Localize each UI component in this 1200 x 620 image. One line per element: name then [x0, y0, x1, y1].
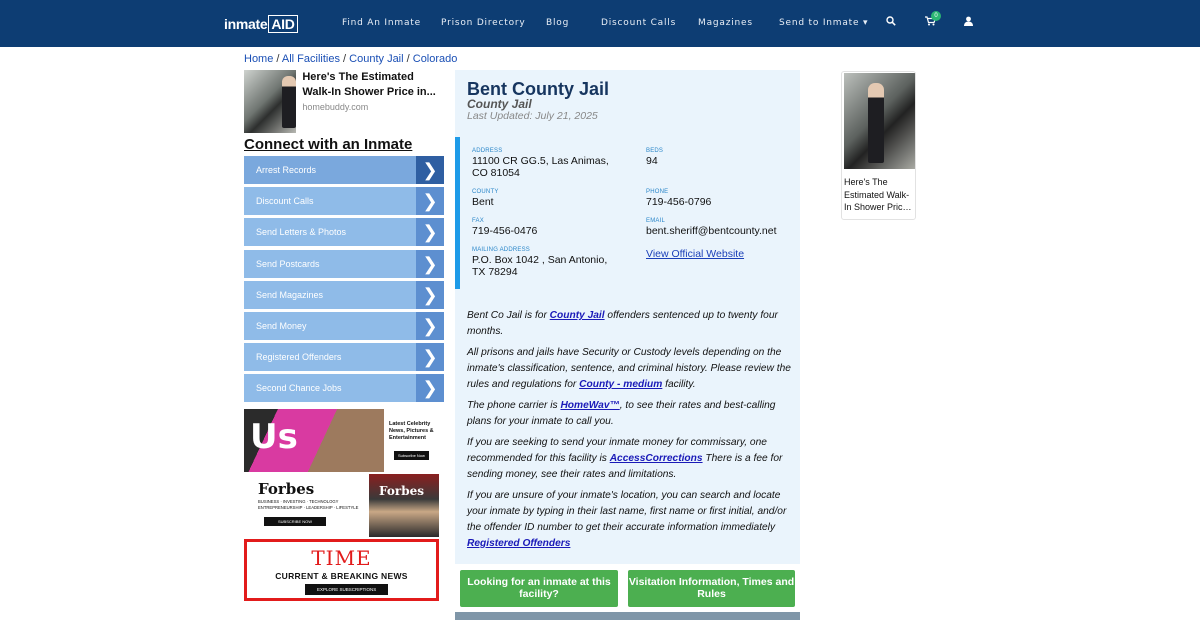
- chevron-right-icon: ❯: [416, 249, 444, 278]
- menu-send-postcards[interactable]: Send Postcards ❯: [244, 249, 444, 278]
- search-icon[interactable]: [886, 16, 896, 29]
- connect-title: Connect with an Inmate: [244, 136, 413, 153]
- menu-arrest-records[interactable]: Arrest Records ❯: [244, 156, 444, 184]
- breadcrumb-colorado[interactable]: Colorado: [413, 53, 458, 65]
- us-logo: Us: [250, 417, 298, 457]
- sponsored-ad-right[interactable]: Here's The Estimated Walk-In Shower Pric…: [841, 71, 916, 220]
- link-county-medium[interactable]: County - medium: [579, 379, 662, 390]
- time-banner[interactable]: TIME CURRENT & BREAKING NEWS EXPLORE SUB…: [244, 539, 439, 601]
- nav-prison-directory[interactable]: Prison Directory: [441, 18, 526, 28]
- nav-magazines[interactable]: Magazines: [698, 18, 753, 28]
- time-logo: TIME: [311, 546, 372, 570]
- breadcrumb-county-jail[interactable]: County Jail: [349, 53, 403, 65]
- fax-field: FAX 719-456-0476: [472, 218, 538, 237]
- menu-registered-offenders[interactable]: Registered Offenders ❯: [244, 343, 444, 372]
- cart-icon[interactable]: 0: [925, 11, 941, 29]
- us-subscribe-button[interactable]: Subscribe Now: [394, 451, 429, 460]
- us-tagline: Latest Celebrity News, Pictures & Entert…: [389, 421, 434, 441]
- facility-card: Bent County Jail County Jail Last Update…: [455, 70, 800, 607]
- last-updated: Last Updated: July 21, 2025: [467, 110, 598, 122]
- link-county-jail[interactable]: County Jail: [550, 310, 605, 321]
- nav-discount-calls[interactable]: Discount Calls: [601, 18, 676, 28]
- forbes-logo: Forbes: [258, 480, 315, 498]
- looking-for-inmate-button[interactable]: Looking for an inmate at this facility?: [460, 570, 618, 607]
- county-field: COUNTY Bent: [472, 189, 499, 208]
- forbes-banner[interactable]: Forbes BUSINESS · INVESTING · TECHNOLOGY…: [244, 474, 439, 537]
- facility-type: County Jail: [467, 97, 532, 111]
- link-registered-offenders[interactable]: Registered Offenders: [467, 538, 570, 549]
- menu-send-money[interactable]: Send Money ❯: [244, 311, 444, 340]
- ad-image: [244, 70, 297, 133]
- cart-count-badge: 0: [931, 11, 941, 21]
- ad-image: [844, 73, 915, 169]
- ad-headline: Here's The Estimated Walk-In Shower Pric…: [844, 177, 912, 212]
- facility-description: Bent Co Jail is for County Jail offender…: [467, 310, 791, 549]
- mailing-address-field: MAILING ADDRESS P.O. Box 1042 , San Anto…: [472, 247, 608, 278]
- beds-field: BEDS 94: [646, 148, 664, 167]
- menu-second-chance-jobs[interactable]: Second Chance Jobs ❯: [244, 374, 444, 403]
- time-subscribe-button[interactable]: EXPLORE SUBSCRIPTIONS: [305, 584, 389, 595]
- user-icon[interactable]: [964, 16, 973, 29]
- breadcrumb: Home / All Facilities / County Jail / Co…: [244, 53, 458, 65]
- chevron-right-icon: ❯: [416, 280, 444, 309]
- nav-send-to-inmate[interactable]: Send to Inmate ▾: [779, 18, 868, 28]
- top-nav: inmate AID Find An Inmate Prison Director…: [0, 0, 1200, 47]
- ad-headline: Here's The Estimated Walk-In Shower Pric…: [302, 71, 436, 98]
- connect-menu: Arrest Records ❯ Discount Calls ❯ Send Let…: [244, 156, 444, 406]
- link-homewav[interactable]: HomeWav™: [560, 400, 619, 411]
- forbes-cover-image: Forbes: [369, 474, 439, 537]
- chevron-right-icon: ❯: [416, 311, 444, 340]
- breadcrumb-home[interactable]: Home: [244, 53, 273, 65]
- link-accesscorrections[interactable]: AccessCorrections: [610, 453, 703, 464]
- website-field: View Official Website: [646, 247, 744, 260]
- visitation-info-button[interactable]: Visitation Information, Times and Rules: [628, 570, 795, 607]
- menu-discount-calls[interactable]: Discount Calls ❯: [244, 187, 444, 216]
- site-logo[interactable]: inmate AID: [224, 15, 298, 33]
- email-field: EMAIL bent.sheriff@bentcounty.net: [646, 218, 777, 237]
- us-weekly-banner[interactable]: Us Latest Celebrity News, Pictures & Ent…: [244, 409, 439, 472]
- forbes-tagline: BUSINESS · INVESTING · TECHNOLOGY ENTREP…: [258, 499, 359, 510]
- menu-send-magazines[interactable]: Send Magazines ❯: [244, 280, 444, 309]
- image-strip: [455, 612, 800, 620]
- menu-send-letters[interactable]: Send Letters & Photos ❯: [244, 218, 444, 247]
- chevron-right-icon: ❯: [416, 187, 444, 216]
- chevron-right-icon: ❯: [416, 374, 444, 403]
- chevron-right-icon: ❯: [416, 343, 444, 372]
- nav-blog[interactable]: Blog: [546, 18, 569, 28]
- chevron-right-icon: ❯: [416, 218, 444, 247]
- forbes-subscribe-button[interactable]: SUBSCRIBE NOW: [264, 517, 327, 526]
- official-website-link[interactable]: View Official Website: [646, 248, 744, 260]
- chevron-right-icon: ❯: [416, 156, 444, 184]
- ad-source: homebuddy.com: [302, 102, 369, 112]
- address-field: ADDRESS 11100 CR GG.5, Las Animas, CO 81…: [472, 148, 609, 179]
- time-tagline: CURRENT & BREAKING NEWS: [275, 571, 408, 581]
- breadcrumb-all-facilities[interactable]: All Facilities: [282, 53, 340, 65]
- facility-info: ADDRESS 11100 CR GG.5, Las Animas, CO 81…: [455, 137, 800, 289]
- sponsored-ad-shower[interactable]: Here's The Estimated Walk-In Shower Pric…: [244, 70, 439, 134]
- nav-find-inmate[interactable]: Find An Inmate: [342, 18, 421, 28]
- phone-field: PHONE 719-456-0796: [646, 189, 712, 208]
